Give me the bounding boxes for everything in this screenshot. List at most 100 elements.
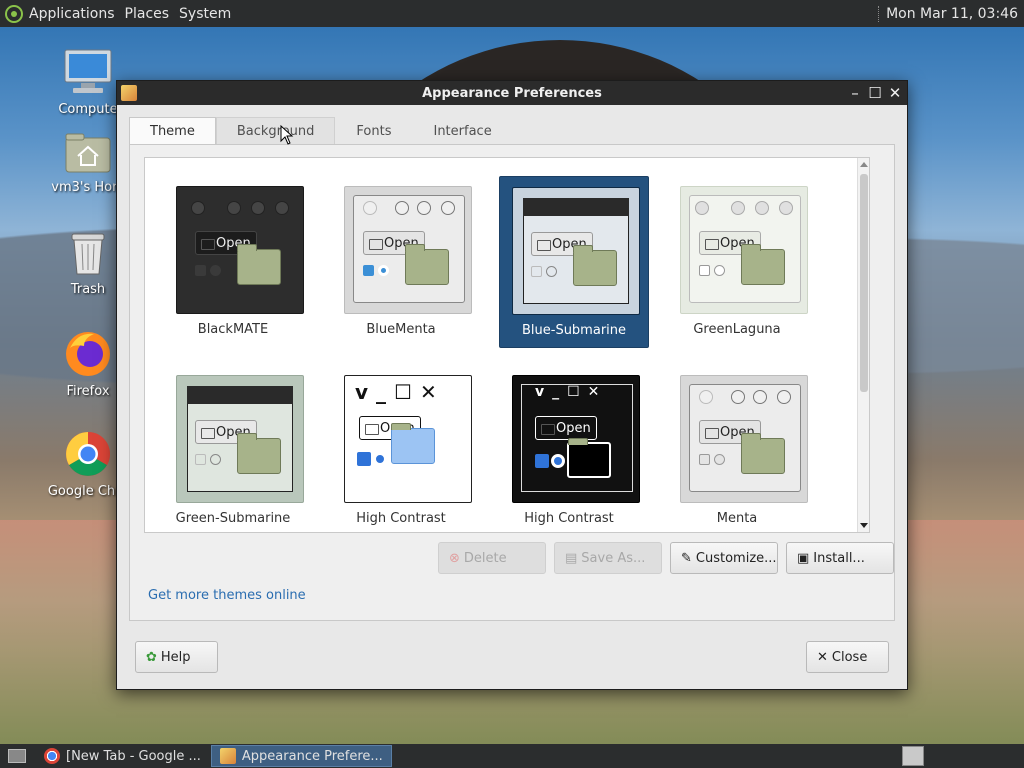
checkbox-preview: [699, 265, 710, 276]
window-button-icon: [731, 201, 745, 215]
theme-name: Green-Submarine: [175, 511, 291, 526]
radio-preview: [714, 265, 725, 276]
theme-name: Menta: [716, 511, 758, 526]
customize-button-label: Customize...: [695, 550, 777, 566]
mouse-cursor-icon: [280, 125, 294, 145]
close-button[interactable]: ✕ Close: [806, 641, 889, 673]
folder-icon: [567, 438, 611, 478]
close-button-label: Close: [831, 649, 868, 665]
appearance-app-icon: [121, 85, 137, 101]
top-panel: Applications Places System Mon Mar 11, 0…: [0, 0, 1024, 27]
folder-icon: [391, 423, 435, 464]
radio-preview: [551, 454, 565, 468]
install-icon: ▣: [797, 550, 810, 566]
theme-preview: v_☐✕ Open: [344, 375, 472, 503]
radio-preview: [210, 454, 221, 465]
minimize-icon[interactable]: –: [847, 85, 863, 101]
theme-grid[interactable]: Open BlackMATE Open BlueMenta Open Blue-…: [144, 157, 870, 533]
window-button-icon: [363, 201, 377, 215]
theme-name: BlackMATE: [197, 322, 269, 337]
maximize-icon[interactable]: ☐: [867, 85, 883, 101]
tab-background[interactable]: Background: [215, 117, 336, 145]
radio-preview: [714, 454, 725, 465]
panel-separator: [878, 5, 880, 22]
scroll-up-icon[interactable]: [860, 162, 868, 167]
checkbox-preview: [195, 265, 206, 276]
theme-name: Blue-Submarine: [521, 323, 627, 338]
help-button-label: Help: [160, 649, 191, 665]
folder-icon: [237, 433, 281, 474]
close-icon: [777, 390, 791, 404]
workspace-switcher[interactable]: [902, 746, 924, 766]
folder-icon: [573, 245, 617, 286]
customize-button[interactable]: ✎ Customize...: [670, 542, 778, 574]
menu-system[interactable]: System: [179, 6, 231, 22]
scroll-down-icon[interactable]: [860, 523, 868, 528]
folder-icon: [741, 433, 785, 474]
theme-grid-scrollbar[interactable]: [857, 158, 869, 532]
checkbox-preview: [699, 454, 710, 465]
window-button-icon: [191, 201, 205, 215]
theme-item-green-submarine[interactable]: Open Green-Submarine: [158, 365, 308, 532]
show-desktop-icon: [8, 749, 26, 763]
clock-label: Mon Mar 11, 03:46: [886, 5, 1018, 22]
window-button-icon: [275, 201, 289, 215]
chevron-down-icon: [395, 201, 409, 215]
tab-fonts[interactable]: Fonts: [335, 117, 412, 145]
theme-item-blackmate[interactable]: Open BlackMATE: [158, 176, 308, 348]
theme-item-blue-submarine[interactable]: Open Blue-Submarine: [499, 176, 649, 348]
show-desktop-button[interactable]: [0, 745, 34, 767]
taskbar-item-chrome[interactable]: [New Tab - Google ...: [36, 745, 209, 767]
window-titlebar[interactable]: Appearance Preferences – ☐ ✕: [117, 81, 907, 105]
radio-preview: [546, 266, 557, 277]
more-themes-link[interactable]: Get more themes online: [148, 588, 306, 603]
theme-item-menta[interactable]: Open Menta: [662, 365, 812, 532]
save-as-button[interactable]: ▤ Save As...: [554, 542, 662, 574]
help-button[interactable]: ✿ Help: [135, 641, 218, 673]
theme-preview: Open: [680, 375, 808, 503]
theme-item-high-contrast[interactable]: v_☐✕ Open High Contrast: [326, 365, 476, 532]
clock[interactable]: Mon Mar 11, 03:46: [878, 5, 1018, 22]
save-icon: ▤: [565, 550, 578, 566]
delete-button[interactable]: ⊗ Delete: [438, 542, 546, 574]
theme-item-bluementa[interactable]: Open BlueMenta: [326, 176, 476, 348]
open-button-preview: Open: [535, 416, 597, 440]
window-button-icon: [227, 201, 241, 215]
delete-icon: ⊗: [449, 550, 460, 566]
close-icon: ✕: [817, 649, 828, 665]
install-button[interactable]: ▣ Install...: [786, 542, 894, 574]
tab-theme[interactable]: Theme: [129, 117, 216, 145]
theme-preview: Open: [344, 186, 472, 314]
window-button-icon: [251, 201, 265, 215]
window-button-icon: [755, 201, 769, 215]
theme-preview: Open: [512, 187, 640, 315]
customize-icon: ✎: [681, 550, 692, 566]
mate-logo-icon[interactable]: [5, 4, 23, 23]
save-as-button-label: Save As...: [581, 550, 646, 566]
appearance-preferences-window: Appearance Preferences – ☐ ✕ Theme Backg…: [116, 80, 908, 690]
radio-preview: [210, 265, 221, 276]
menu-places[interactable]: Places: [125, 6, 170, 22]
theme-name: High Contrast: [524, 511, 614, 526]
tab-interface[interactable]: Interface: [412, 117, 512, 145]
theme-preview: Open: [176, 375, 304, 503]
taskbar-item-label: Appearance Prefere...: [241, 748, 383, 764]
taskbar: [New Tab - Google ... Appearance Prefere…: [0, 744, 1024, 768]
chevron-down-icon: [731, 390, 745, 404]
tab-bar: Theme Background Fonts Interface: [129, 117, 513, 145]
install-button-label: Install...: [813, 550, 865, 566]
checkbox-preview: [535, 454, 549, 468]
theme-tab-panel: Open BlackMATE Open BlueMenta Open Blue-…: [129, 144, 895, 621]
theme-item-greenlaguna[interactable]: Open GreenLaguna: [662, 176, 812, 348]
checkbox-preview: [195, 454, 206, 465]
theme-preview: Open: [176, 186, 304, 314]
chevron-up-icon: [417, 201, 431, 215]
window-controls-icon: v_☐✕: [535, 384, 608, 400]
menu-applications[interactable]: Applications: [29, 6, 115, 22]
window-controls-icon: v_☐✕: [355, 380, 445, 404]
scrollbar-thumb[interactable]: [860, 174, 868, 392]
close-icon[interactable]: ✕: [887, 85, 903, 101]
taskbar-item-appearance[interactable]: Appearance Prefere...: [210, 745, 392, 767]
theme-item-high-contrast-inverse[interactable]: v_☐✕ Open High Contrast: [494, 365, 644, 532]
window-button-icon: [779, 201, 793, 215]
